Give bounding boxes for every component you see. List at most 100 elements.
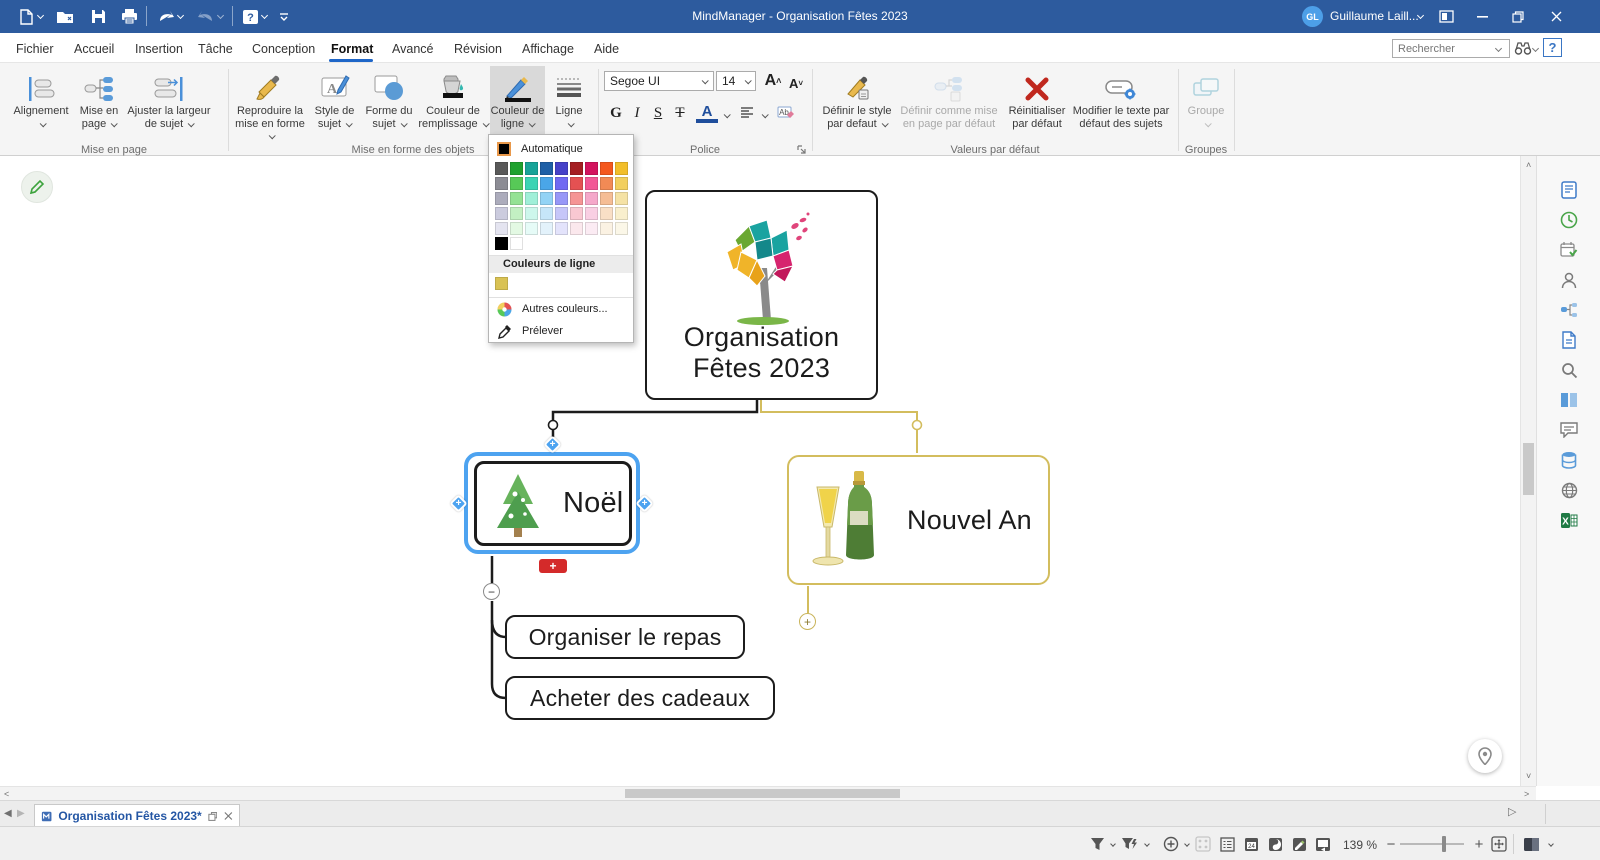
zoom-slider-thumb[interactable]	[1442, 836, 1446, 852]
font-size-select[interactable]: 14	[716, 71, 756, 91]
vertical-scrollbar[interactable]: ˄ ˅	[1520, 156, 1536, 786]
color-swatch[interactable]	[525, 177, 538, 190]
ajuster-largeur-button[interactable]: Ajuster la largeur de sujet	[126, 66, 212, 130]
tab-insertion[interactable]: Insertion	[131, 39, 187, 59]
color-swatch[interactable]	[540, 162, 553, 175]
more-colors-item[interactable]: Autres couleurs...	[489, 299, 633, 319]
color-swatch[interactable]	[510, 162, 523, 175]
scroll-right-icon[interactable]: >	[1524, 790, 1529, 799]
color-swatch[interactable]	[510, 207, 523, 220]
color-swatch[interactable]	[555, 192, 568, 205]
definir-style-defaut-button[interactable]: Définir le style par defaut	[822, 66, 892, 130]
color-swatch[interactable]	[525, 207, 538, 220]
binoculars-icon[interactable]	[1514, 40, 1532, 55]
pick-color-item[interactable]: Prélever	[489, 321, 633, 341]
scroll-left-icon[interactable]: <	[4, 790, 9, 799]
color-swatch[interactable]	[600, 162, 613, 175]
color-swatch[interactable]	[495, 177, 508, 190]
collapse-button-noel[interactable]: −	[483, 583, 500, 600]
mise-en-page-button[interactable]: Mise en page	[74, 66, 124, 130]
color-swatch[interactable]	[510, 177, 523, 190]
tab-revision[interactable]: Révision	[450, 39, 506, 59]
color-swatch[interactable]	[570, 192, 583, 205]
tab-fichier[interactable]: Fichier	[12, 39, 58, 59]
power-filter-icon[interactable]	[1120, 835, 1138, 853]
panel-toggle-caret-icon[interactable]	[1548, 841, 1554, 847]
color-swatch[interactable]	[555, 162, 568, 175]
color-swatch[interactable]	[615, 222, 628, 235]
library-icon[interactable]	[1557, 388, 1581, 412]
comments-icon[interactable]	[1557, 418, 1581, 442]
web-icon[interactable]	[1557, 478, 1581, 502]
subtopic-organiser-le-repas[interactable]: Organiser le repas	[505, 615, 745, 659]
nouvel-an-topic[interactable]: Nouvel An	[787, 455, 1050, 585]
calendar-24-icon[interactable]: 24	[1242, 835, 1260, 853]
color-swatch[interactable]	[570, 177, 583, 190]
filter-caret-icon[interactable]	[1110, 841, 1116, 847]
resources-icon[interactable]	[1557, 268, 1581, 292]
central-topic[interactable]: Organisation Fêtes 2023	[645, 190, 878, 400]
tab-accueil[interactable]: Accueil	[70, 39, 118, 59]
map-parts-icon[interactable]	[1557, 298, 1581, 322]
index-icon[interactable]	[1557, 178, 1581, 202]
horizontal-scrollbar[interactable]: < >	[0, 786, 1536, 800]
subtopic-acheter-des-cadeaux[interactable]: Acheter des cadeaux	[505, 676, 775, 720]
ribbon-help-icon[interactable]: ?	[1543, 38, 1562, 57]
color-swatch[interactable]	[540, 192, 553, 205]
color-swatch[interactable]	[600, 207, 613, 220]
tab-tache[interactable]: Tâche	[194, 39, 237, 59]
zoom-slider-track[interactable]	[1400, 843, 1464, 845]
couleur-de-ligne-button[interactable]: Couleur de ligne	[490, 66, 545, 144]
color-swatch[interactable]	[495, 277, 508, 290]
color-swatch[interactable]	[585, 162, 598, 175]
color-swatch[interactable]	[600, 192, 613, 205]
forme-du-sujet-button[interactable]: Forme du sujet	[362, 66, 416, 130]
tabs-scroll-right-icon[interactable]: ▶	[17, 809, 25, 818]
avatar[interactable]: GL	[1302, 6, 1323, 27]
align-text-caret-icon[interactable]	[762, 111, 769, 118]
tabs-overflow-icon[interactable]: ▷	[1508, 808, 1516, 817]
color-swatch[interactable]	[585, 207, 598, 220]
filter-icon[interactable]	[1088, 835, 1106, 853]
color-swatch[interactable]	[615, 177, 628, 190]
power-filter-caret-icon[interactable]	[1144, 841, 1150, 847]
color-swatch[interactable]	[555, 177, 568, 190]
italic-button[interactable]: I	[628, 101, 646, 125]
color-swatch[interactable]	[555, 207, 568, 220]
color-swatch[interactable]	[510, 237, 523, 250]
outline-icon[interactable]	[1218, 835, 1236, 853]
color-swatch[interactable]	[615, 162, 628, 175]
vertical-scrollbar-thumb[interactable]	[1523, 443, 1534, 495]
alignement-button[interactable]: Alignement	[12, 66, 70, 130]
clear-format-button[interactable]: Ab	[774, 101, 798, 125]
edit-mode-pencil-icon[interactable]	[21, 171, 53, 203]
tab-conception[interactable]: Conception	[248, 39, 319, 59]
definir-mise-en-page-defaut-button[interactable]: Définir comme mise en page par défaut	[894, 66, 1004, 130]
grow-font-button[interactable]: A˄	[763, 69, 783, 93]
color-swatch[interactable]	[495, 192, 508, 205]
balance-icon[interactable]	[1194, 835, 1212, 853]
tab-aide[interactable]: Aide	[590, 39, 623, 59]
color-swatch[interactable]	[570, 207, 583, 220]
font-family-select[interactable]: Segoe UI	[604, 71, 714, 91]
color-swatch[interactable]	[585, 177, 598, 190]
fit-map-icon[interactable]	[1490, 835, 1508, 853]
noel-topic[interactable]: Noël	[474, 461, 632, 546]
tab-affichage[interactable]: Affichage	[518, 39, 578, 59]
color-swatch[interactable]	[615, 192, 628, 205]
color-swatch[interactable]	[585, 222, 598, 235]
show-hide-icon[interactable]	[1162, 835, 1180, 853]
horizontal-scrollbar-thumb[interactable]	[625, 789, 900, 798]
ligne-button[interactable]: Ligne	[548, 66, 590, 130]
tab-avance[interactable]: Avancé	[388, 39, 437, 59]
task-sync-icon[interactable]	[1557, 208, 1581, 232]
tabs-scroll-left-icon[interactable]: ◀	[4, 809, 12, 818]
minimize-button[interactable]	[1464, 0, 1500, 33]
tags-icon[interactable]	[1266, 835, 1284, 853]
show-hide-caret-icon[interactable]	[1184, 841, 1190, 847]
document-tab[interactable]: Organisation Fêtes 2023*	[34, 804, 240, 827]
color-swatch[interactable]	[600, 222, 613, 235]
reinitialiser-defaut-button[interactable]: Réinitialiser par défaut	[1006, 66, 1068, 130]
color-swatch[interactable]	[510, 192, 523, 205]
color-swatch[interactable]	[600, 177, 613, 190]
